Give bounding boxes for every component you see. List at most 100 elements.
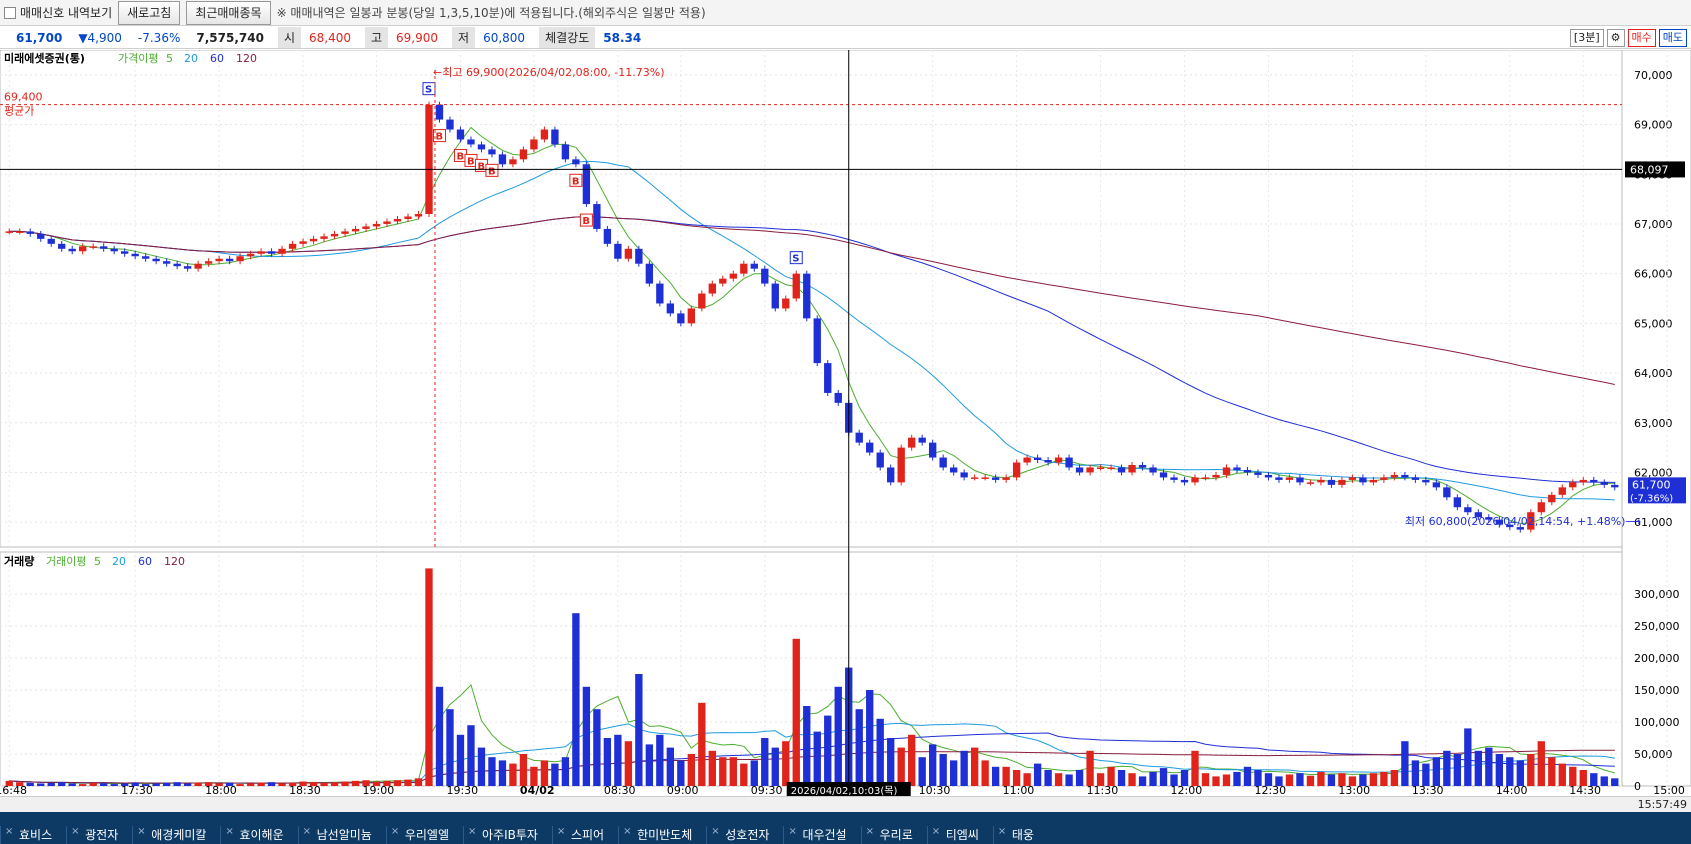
candle <box>1075 467 1084 473</box>
candle <box>803 273 811 319</box>
current-price: 61,700 <box>16 30 63 45</box>
volume-bar <box>1264 773 1273 786</box>
price-legend-item: 5 <box>166 52 173 65</box>
volume-bar <box>1275 776 1283 786</box>
interval-button[interactable]: [3분] <box>1569 29 1604 47</box>
candle <box>1086 467 1094 473</box>
volume-bar <box>1558 763 1566 786</box>
chart-scrollbar[interactable]: 15:57:49 <box>0 796 1691 813</box>
candle <box>949 467 958 473</box>
volume-bar <box>351 780 360 786</box>
close-icon[interactable]: × <box>71 826 79 837</box>
volume-bar <box>404 779 412 786</box>
candle <box>89 246 97 248</box>
stock-tab[interactable]: × 광전자 <box>66 826 132 844</box>
volume-bar <box>1180 770 1189 786</box>
volume-bar <box>320 782 328 786</box>
candle <box>1254 472 1262 475</box>
volume-bar <box>1012 770 1021 786</box>
volume-bar <box>16 782 24 786</box>
stock-chart[interactable]: 70,00069,00068,00067,00066,00065,00064,0… <box>0 50 1691 796</box>
stock-tab-label: 태웅 <box>1011 828 1034 842</box>
stock-tab[interactable]: × 티엠씨 <box>926 826 993 844</box>
volume-bar <box>1537 741 1545 786</box>
candle <box>729 273 737 279</box>
low-label: 저 <box>452 27 476 48</box>
refresh-button[interactable]: 새로고침 <box>118 0 181 25</box>
stock-tab[interactable]: × 한미반도체 <box>618 826 706 844</box>
stock-tab[interactable]: × 효비스 <box>0 826 66 844</box>
high-value: 69,900 <box>396 30 439 45</box>
candle <box>183 266 192 269</box>
volume-bar <box>435 686 444 786</box>
recent-stocks-button[interactable]: 최근매매종목 <box>186 0 271 25</box>
candle <box>1128 464 1136 473</box>
candle <box>929 442 937 458</box>
sell-button[interactable]: 매도 <box>1658 29 1687 47</box>
close-icon[interactable]: × <box>711 826 719 837</box>
volume-bar <box>551 763 559 786</box>
candle <box>698 293 706 309</box>
volume-pane <box>0 551 1623 787</box>
volume-bar <box>299 781 307 786</box>
volume-bar <box>1474 750 1483 786</box>
volume-value: 7,575,740 <box>196 30 264 45</box>
stock-tab[interactable]: × 대우건설 <box>783 826 860 844</box>
stock-tab[interactable]: × 남선알미늄 <box>297 826 386 844</box>
close-icon[interactable]: × <box>998 826 1006 837</box>
current-price-pct: (-7.36%) <box>1630 493 1673 504</box>
volume-tick-label: 250,000 <box>1634 620 1680 633</box>
candle <box>110 248 118 252</box>
candle <box>456 129 465 140</box>
toolbar: 매매신호 내역보기 새로고침 최근매매종목 ※ 매매내역은 일봉과 분봉(당일 … <box>0 0 1691 26</box>
close-icon[interactable]: × <box>468 826 476 837</box>
candle <box>1149 467 1157 473</box>
volume-bar <box>624 741 633 786</box>
volume-bar <box>813 731 821 786</box>
candle <box>372 223 381 227</box>
candle <box>771 283 779 309</box>
volume-bar <box>939 754 947 786</box>
close-icon[interactable]: × <box>225 826 233 837</box>
close-icon[interactable]: × <box>137 826 145 837</box>
close-icon[interactable]: × <box>557 826 565 837</box>
close-icon[interactable]: × <box>391 826 399 837</box>
close-icon[interactable]: × <box>623 826 631 837</box>
volume-bar <box>79 784 87 786</box>
stock-tab[interactable]: × 우리로 <box>860 826 927 844</box>
price-legend-title: 미래에셋증권(통) <box>4 51 85 65</box>
close-icon[interactable]: × <box>788 826 796 837</box>
stock-tab[interactable]: × 우리엘엘 <box>385 826 463 844</box>
stock-tab[interactable]: × 애경케미칼 <box>132 826 220 844</box>
volume-bar <box>603 738 612 786</box>
candle <box>320 236 328 239</box>
close-icon[interactable]: × <box>303 826 311 837</box>
stock-tab[interactable]: × 효이해운 <box>220 826 297 844</box>
candle <box>37 233 45 239</box>
stock-tab[interactable]: × 아주IB투자 <box>463 826 552 844</box>
volume-bar <box>1317 771 1325 786</box>
close-icon[interactable]: × <box>932 826 940 837</box>
volume-legend-item: 거래이평 <box>46 555 86 568</box>
stock-tab[interactable]: × 태웅 <box>992 826 1048 844</box>
signal-history-checkbox[interactable]: 매매신호 내역보기 <box>4 4 112 21</box>
stock-tab[interactable]: × 성호전자 <box>706 826 783 844</box>
price-legend-item: 20 <box>184 52 198 65</box>
close-icon[interactable]: × <box>5 826 13 837</box>
volume-bar <box>37 783 45 786</box>
volume-bar <box>414 778 423 786</box>
candle <box>278 248 286 254</box>
volume-bar <box>1128 773 1136 786</box>
signal-label: B <box>572 176 580 187</box>
volume-bar <box>121 783 129 786</box>
volume-bar <box>1296 773 1304 786</box>
volume-bar <box>1590 773 1598 786</box>
volume-bar <box>1401 741 1409 786</box>
buy-button[interactable]: 매수 <box>1627 29 1656 47</box>
close-icon[interactable]: × <box>866 826 874 837</box>
volume-bar <box>1201 773 1210 786</box>
stock-tab[interactable]: × 스피어 <box>551 826 618 844</box>
gear-icon[interactable]: ⚙ <box>1606 29 1625 47</box>
checkbox-icon[interactable] <box>4 6 16 19</box>
candle <box>1180 479 1189 483</box>
